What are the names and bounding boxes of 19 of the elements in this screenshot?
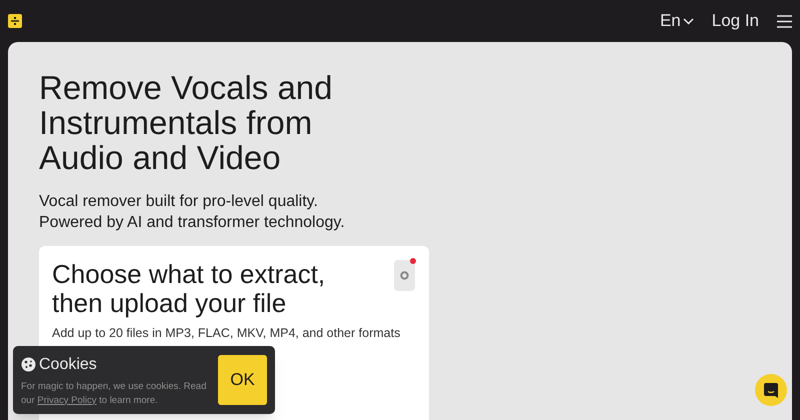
upload-hint: Add up to 20 files in MP3, FLAC, MKV, MP4, and other formats — [52, 325, 402, 342]
subtitle-line: Powered by AI and transformer technology. — [39, 213, 346, 233]
cookie-icon — [21, 357, 36, 372]
settings-button[interactable] — [394, 260, 415, 291]
chat-icon — [764, 382, 778, 398]
settings-icon — [400, 271, 409, 280]
page-title: Remove Vocals and Instrumentals from Audio and Video — [39, 70, 334, 175]
language-selector[interactable]: En — [660, 8, 694, 34]
cookie-message: For magic to happen, we use cookies. Read our Privacy Policy to learn more. — [21, 380, 208, 408]
cookie-title: Cookies — [39, 354, 97, 374]
ok-button[interactable]: OK — [218, 355, 267, 405]
subtitle-line: Vocal remover built for pro-level quality. — [39, 192, 319, 212]
card-title-line: then upload your file — [52, 289, 288, 318]
menu-icon[interactable] — [777, 14, 792, 28]
login-link[interactable]: Log In — [712, 8, 759, 34]
privacy-policy-link[interactable]: Privacy Policy — [37, 394, 96, 406]
card-title-line: Choose what to extract, — [52, 260, 326, 289]
chevron-down-icon — [682, 18, 694, 24]
logo-icon[interactable] — [8, 14, 22, 28]
